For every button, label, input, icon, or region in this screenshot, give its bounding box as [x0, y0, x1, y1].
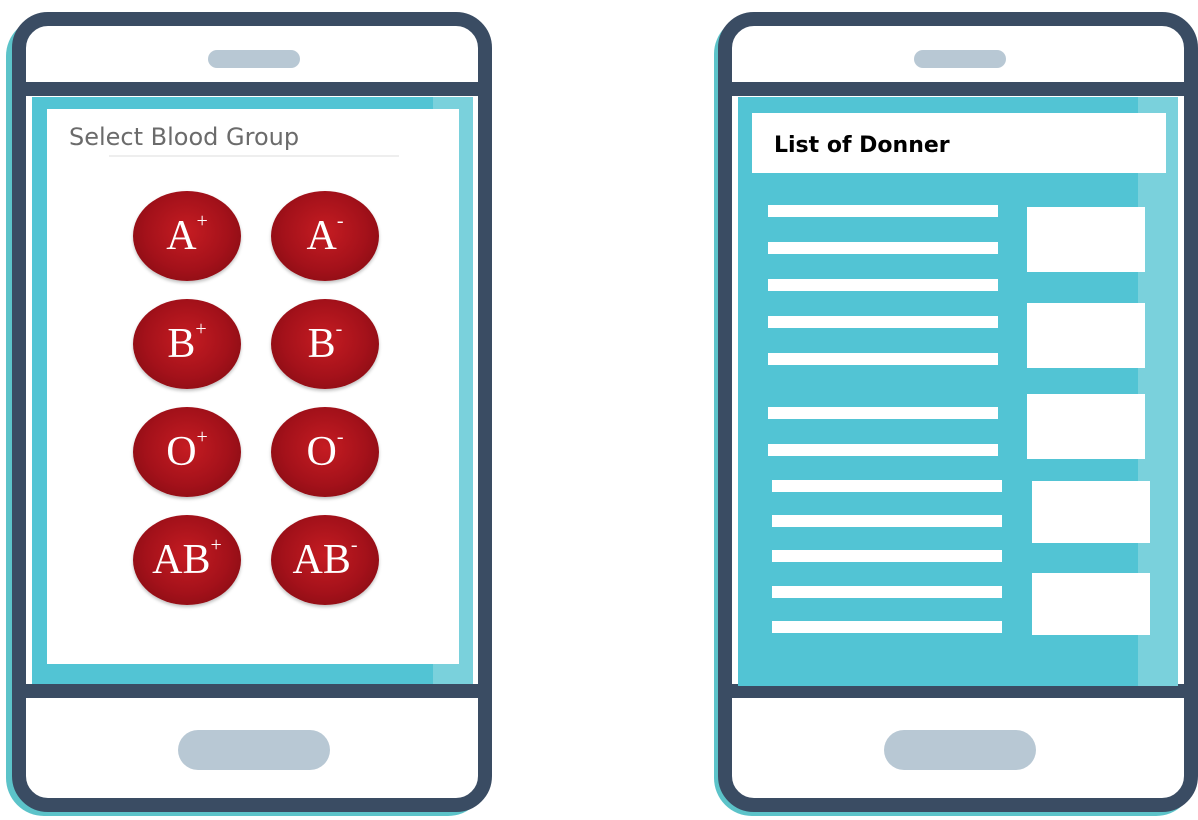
rh-sign: -	[350, 534, 358, 556]
blood-group-label: O+	[166, 427, 208, 475]
donor-text-line	[772, 586, 1002, 598]
rh-sign: +	[210, 534, 222, 556]
page-title: List of Donner	[774, 133, 950, 158]
title-divider	[109, 155, 399, 157]
blood-group-label: B-	[307, 319, 343, 367]
blood-group-letter: AB	[292, 537, 351, 583]
donor-text-line	[772, 550, 1002, 562]
blood-group-button[interactable]: O+	[133, 407, 241, 497]
home-button[interactable]	[884, 730, 1036, 770]
rh-sign: -	[335, 318, 343, 340]
phone-screen: Select Blood Group A+ A- B+ B- O+ O- AB+ AB-	[32, 97, 473, 684]
donor-card[interactable]	[1027, 394, 1145, 459]
blood-group-button[interactable]: B-	[271, 299, 379, 389]
phone-blood-group-select: Select Blood Group A+ A- B+ B- O+ O- AB+ AB-	[6, 12, 492, 820]
blood-group-button[interactable]: O-	[271, 407, 379, 497]
rh-sign: -	[336, 426, 344, 448]
rh-sign: +	[196, 210, 208, 232]
rh-sign: +	[196, 426, 208, 448]
phone-screen: List of Donner	[738, 97, 1178, 686]
donor-card[interactable]	[1027, 207, 1145, 272]
blood-group-label: AB+	[152, 535, 222, 583]
blood-group-label: B+	[167, 319, 206, 367]
home-button[interactable]	[178, 730, 330, 770]
blood-group-letter: A	[306, 213, 337, 259]
rh-sign: -	[336, 210, 344, 232]
donor-text-line	[768, 316, 998, 328]
blood-group-button[interactable]: B+	[133, 299, 241, 389]
frame-divider-bottom	[26, 684, 478, 698]
speaker-grille	[914, 50, 1006, 68]
rh-sign: +	[195, 318, 207, 340]
blood-group-button[interactable]: A+	[133, 191, 241, 281]
list-header: List of Donner	[752, 113, 1166, 173]
donor-text-line	[768, 242, 998, 254]
blood-group-letter: B	[167, 321, 196, 367]
donor-text-line	[768, 353, 998, 365]
frame-divider-top	[732, 82, 1184, 96]
frame-divider-bottom	[732, 684, 1184, 698]
speaker-grille	[208, 50, 300, 68]
blood-group-letter: A	[166, 213, 197, 259]
donor-text-line	[772, 621, 1002, 633]
blood-group-button[interactable]: AB+	[133, 515, 241, 605]
donor-text-line	[768, 407, 998, 419]
blood-group-label: A-	[306, 211, 343, 259]
donor-card[interactable]	[1027, 303, 1145, 368]
frame-divider-top	[26, 82, 478, 96]
donor-card[interactable]	[1032, 573, 1150, 635]
blood-group-letter: O	[166, 429, 197, 475]
blood-group-label: A+	[166, 211, 208, 259]
donor-text-line	[772, 515, 1002, 527]
selection-panel: Select Blood Group A+ A- B+ B- O+ O- AB+ AB-	[47, 109, 459, 664]
donor-text-line	[768, 444, 998, 456]
donor-text-line	[768, 279, 998, 291]
donor-card[interactable]	[1032, 481, 1150, 543]
blood-group-letter: B	[307, 321, 336, 367]
blood-group-label: AB-	[292, 535, 357, 583]
donor-text-line	[768, 205, 998, 217]
blood-group-button[interactable]: AB-	[271, 515, 379, 605]
donor-text-line	[772, 480, 1002, 492]
blood-group-letter: O	[306, 429, 337, 475]
blood-group-letter: AB	[152, 537, 211, 583]
phone-donor-list: List of Donner	[714, 12, 1198, 820]
blood-group-label: O-	[306, 427, 343, 475]
page-title: Select Blood Group	[69, 123, 300, 151]
blood-group-button[interactable]: A-	[271, 191, 379, 281]
